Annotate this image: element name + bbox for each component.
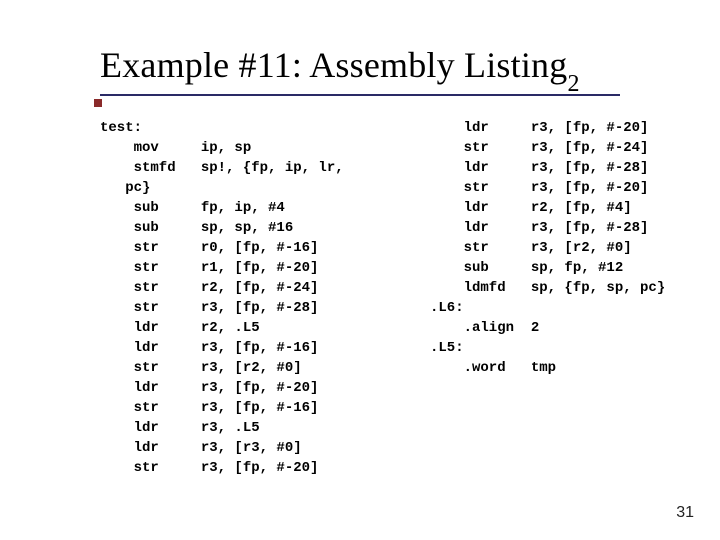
assembly-listing: test: mov ip, sp stmfd sp!, {fp, ip, lr,… xyxy=(100,118,134,198)
title-bullet xyxy=(94,99,102,107)
code-column-left: test: mov ip, sp stmfd sp!, {fp, ip, lr,… xyxy=(100,118,344,478)
code-column-right: ldr r3, [fp, #-20] str r3, [fp, #-24] ld… xyxy=(430,118,665,378)
title-text: Example #11: Assembly Listing xyxy=(100,45,567,85)
slide-title: Example #11: Assembly Listing2 xyxy=(100,44,580,92)
page-number: 31 xyxy=(676,504,694,522)
title-underline xyxy=(100,94,620,96)
slide: Example #11: Assembly Listing2 test: mov… xyxy=(0,0,720,540)
